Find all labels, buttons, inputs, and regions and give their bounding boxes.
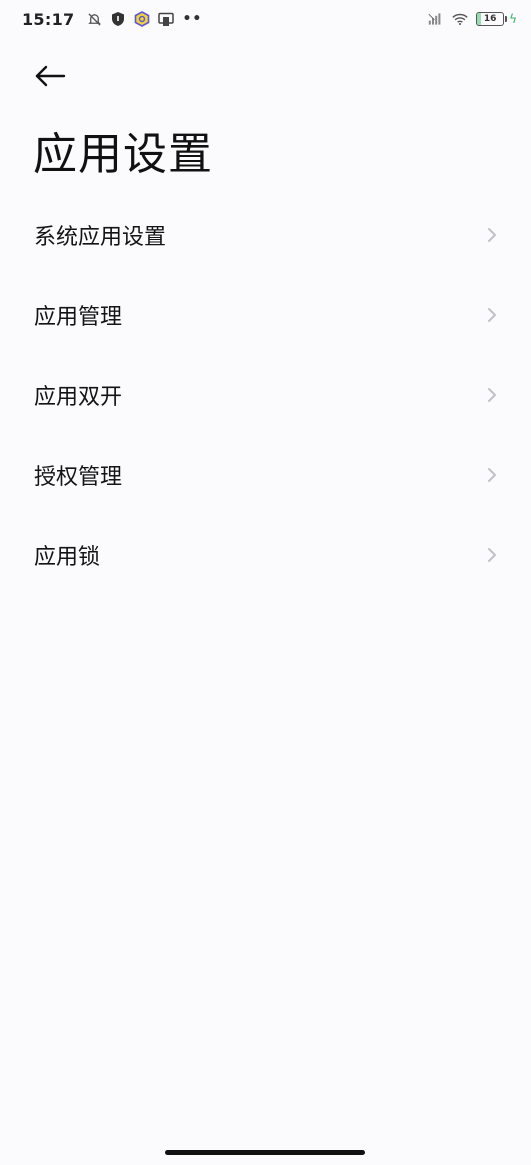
chevron-right-icon	[488, 548, 496, 562]
status-bar: 15:17 •• 16 ϟ	[0, 0, 531, 38]
settings-menu-list: 系统应用设置 应用管理 应用双开 授权管理 应用锁	[0, 195, 531, 595]
more-notifications-indicator: ••	[182, 11, 203, 27]
chevron-right-icon	[488, 388, 496, 402]
chevron-right-icon	[488, 228, 496, 242]
status-time: 15:17	[22, 9, 75, 29]
wifi-icon	[452, 11, 468, 27]
menu-item-system-app-settings[interactable]: 系统应用设置	[0, 195, 531, 275]
back-button[interactable]	[34, 58, 74, 94]
menu-item-label: 授权管理	[34, 465, 123, 490]
signal-icon	[428, 11, 444, 27]
hexagon-app-icon	[134, 11, 150, 27]
cast-icon	[158, 11, 175, 27]
menu-item-label: 系统应用设置	[34, 225, 167, 250]
battery-level: 16	[483, 14, 497, 24]
menu-item-label: 应用锁	[34, 545, 101, 570]
menu-item-app-management[interactable]: 应用管理	[0, 275, 531, 355]
chevron-right-icon	[488, 468, 496, 482]
shield-icon	[110, 11, 126, 27]
status-bar-left: 15:17 ••	[22, 10, 202, 29]
home-indicator[interactable]	[165, 1150, 365, 1155]
status-bar-right: 16 ϟ	[428, 11, 517, 27]
charging-icon: ϟ	[509, 12, 517, 26]
page-title: 应用设置	[33, 129, 213, 180]
chevron-right-icon	[488, 308, 496, 322]
menu-item-label: 应用管理	[34, 305, 123, 330]
silent-icon	[86, 11, 102, 27]
menu-item-label: 应用双开	[34, 385, 123, 410]
menu-item-app-lock[interactable]: 应用锁	[0, 515, 531, 595]
battery-icon: 16 ϟ	[476, 12, 517, 26]
menu-item-permission-management[interactable]: 授权管理	[0, 435, 531, 515]
menu-item-dual-apps[interactable]: 应用双开	[0, 355, 531, 435]
back-arrow-icon	[35, 65, 66, 87]
